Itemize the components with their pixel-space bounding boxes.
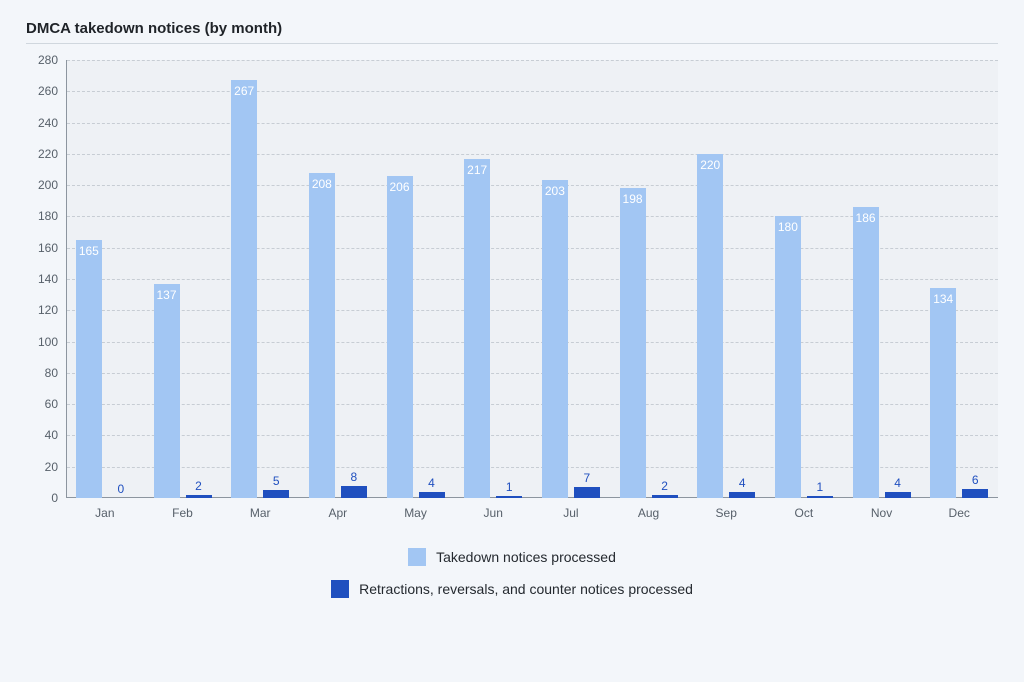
legend: Takedown notices processed Retractions, … bbox=[26, 548, 998, 598]
bar-value-label: 134 bbox=[933, 292, 953, 306]
y-tick-label: 80 bbox=[28, 366, 58, 380]
bar-value-label: 8 bbox=[351, 470, 358, 484]
bar-takedown: 217 bbox=[464, 159, 490, 498]
y-tick-label: 280 bbox=[28, 53, 58, 67]
y-tick-label: 180 bbox=[28, 209, 58, 223]
x-tick-label: Nov bbox=[843, 502, 921, 524]
bar-group: 220 4 bbox=[687, 154, 765, 498]
bar-value-label: 267 bbox=[234, 84, 254, 98]
y-tick-label: 40 bbox=[28, 428, 58, 442]
y-tick-label: 100 bbox=[28, 335, 58, 349]
bar-group: 1801 bbox=[765, 216, 843, 498]
bar-value-label: 7 bbox=[584, 471, 591, 485]
bar-takedown: 137 bbox=[154, 284, 180, 498]
legend-label: Takedown notices processed bbox=[436, 549, 616, 565]
bar-group: 137 2 bbox=[144, 284, 222, 498]
bar-value-label: 1 bbox=[506, 480, 513, 494]
bar-value-label: 0 bbox=[117, 482, 124, 496]
bar-takedown: 134 bbox=[930, 288, 956, 498]
legend-item-takedown: Takedown notices processed bbox=[408, 548, 616, 566]
legend-label: Retractions, reversals, and counter noti… bbox=[359, 581, 693, 597]
bar-takedown: 220 bbox=[697, 154, 723, 498]
x-axis-labels: JanFebMarAprMayJunJulAugSepOctNovDec bbox=[66, 502, 998, 524]
bar-value-label: 1 bbox=[817, 480, 824, 494]
bar-retractions: 6 bbox=[962, 489, 988, 498]
y-tick-label: 0 bbox=[28, 491, 58, 505]
y-tick-label: 200 bbox=[28, 178, 58, 192]
bar-group: 1982 bbox=[610, 188, 688, 498]
bar-takedown: 198 bbox=[620, 188, 646, 498]
bar-value-label: 6 bbox=[972, 473, 979, 487]
bar-retractions: 4 bbox=[885, 492, 911, 498]
x-tick-label: May bbox=[377, 502, 455, 524]
bar-takedown: 186 bbox=[853, 207, 879, 498]
bar-value-label: 5 bbox=[273, 474, 280, 488]
bar-value-label: 4 bbox=[739, 476, 746, 490]
bar-group: 134 6 bbox=[920, 288, 998, 498]
x-tick-label: Mar bbox=[221, 502, 299, 524]
chart-card: DMCA takedown notices (by month) 0204060… bbox=[26, 20, 998, 598]
bar-retractions: 4 bbox=[419, 492, 445, 498]
bar-retractions: 4 bbox=[729, 492, 755, 498]
legend-swatch-icon bbox=[408, 548, 426, 566]
bars-row: 1650137226752088206421712037198222041801… bbox=[66, 60, 998, 498]
x-tick-label: Apr bbox=[299, 502, 377, 524]
bar-retractions: 2 bbox=[186, 495, 212, 498]
title-rule bbox=[26, 43, 998, 44]
y-tick-label: 140 bbox=[28, 272, 58, 286]
bar-group: 2088 bbox=[299, 173, 377, 498]
y-tick-label: 60 bbox=[28, 397, 58, 411]
x-tick-label: Dec bbox=[920, 502, 998, 524]
bar-retractions: 1 bbox=[496, 496, 522, 498]
bar-value-label: 208 bbox=[312, 177, 332, 191]
bar-retractions: 2 bbox=[652, 495, 678, 498]
y-tick-label: 220 bbox=[28, 147, 58, 161]
y-tick-label: 260 bbox=[28, 84, 58, 98]
bar-value-label: 217 bbox=[467, 163, 487, 177]
bar-value-label: 198 bbox=[623, 192, 643, 206]
x-tick-label: Jan bbox=[66, 502, 144, 524]
bar-takedown: 165 bbox=[76, 240, 102, 498]
x-tick-label: Feb bbox=[144, 502, 222, 524]
bar-value-label: 206 bbox=[390, 180, 410, 194]
bar-group: 217 1 bbox=[454, 159, 532, 498]
x-tick-label: Aug bbox=[610, 502, 688, 524]
bar-group: 1650 bbox=[66, 240, 144, 498]
x-tick-label: Oct bbox=[765, 502, 843, 524]
bar-value-label: 220 bbox=[700, 158, 720, 172]
bar-value-label: 2 bbox=[195, 479, 202, 493]
bar-group: 2064 bbox=[377, 176, 455, 498]
bar-takedown: 267 bbox=[231, 80, 257, 498]
x-tick-label: Jun bbox=[454, 502, 532, 524]
legend-item-retractions: Retractions, reversals, and counter noti… bbox=[331, 580, 693, 598]
plot-wrap: 020406080100120140160180200220240260280 … bbox=[26, 54, 998, 524]
chart-title: DMCA takedown notices (by month) bbox=[26, 20, 998, 43]
x-tick-label: Jul bbox=[532, 502, 610, 524]
y-tick-label: 160 bbox=[28, 241, 58, 255]
bar-value-label: 203 bbox=[545, 184, 565, 198]
bar-takedown: 180 bbox=[775, 216, 801, 498]
y-tick-label: 20 bbox=[28, 460, 58, 474]
bar-value-label: 165 bbox=[79, 244, 99, 258]
y-tick-label: 240 bbox=[28, 116, 58, 130]
bar-retractions: 5 bbox=[263, 490, 289, 498]
bar-group: 1864 bbox=[843, 207, 921, 498]
bar-value-label: 4 bbox=[428, 476, 435, 490]
bar-group: 2037 bbox=[532, 180, 610, 498]
bar-takedown: 203 bbox=[542, 180, 568, 498]
bar-value-label: 186 bbox=[856, 211, 876, 225]
bar-value-label: 137 bbox=[156, 288, 176, 302]
bar-takedown: 206 bbox=[387, 176, 413, 498]
bar-value-label: 4 bbox=[894, 476, 901, 490]
bar-value-label: 180 bbox=[778, 220, 798, 234]
bar-group: 267 5 bbox=[221, 80, 299, 498]
bar-retractions: 7 bbox=[574, 487, 600, 498]
bar-retractions: 8 bbox=[341, 486, 367, 499]
x-tick-label: Sep bbox=[687, 502, 765, 524]
y-tick-label: 120 bbox=[28, 303, 58, 317]
legend-swatch-icon bbox=[331, 580, 349, 598]
bar-value-label: 2 bbox=[661, 479, 668, 493]
bar-takedown: 208 bbox=[309, 173, 335, 498]
bar-retractions: 1 bbox=[807, 496, 833, 498]
